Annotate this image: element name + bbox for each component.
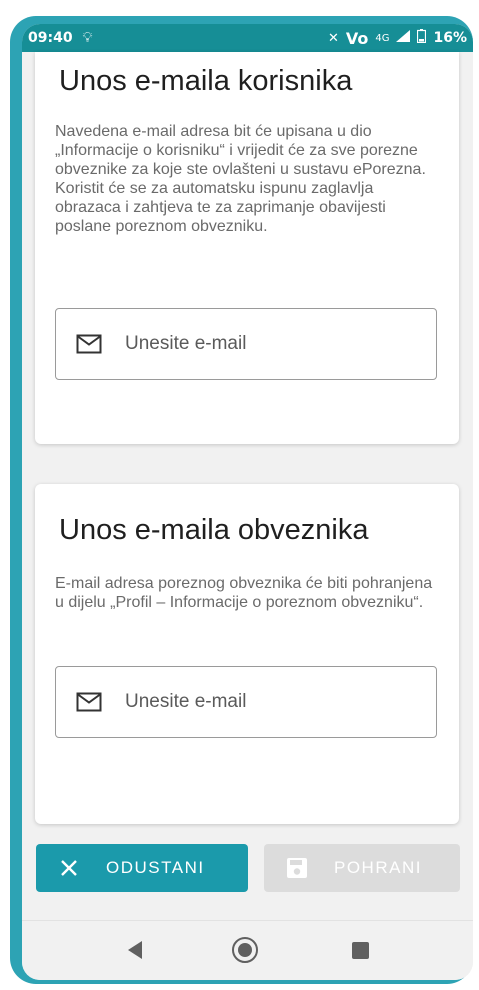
battery-level: 16% [433,30,467,46]
system-nav-bar [22,920,473,980]
taxpayer-email-field[interactable] [55,666,437,738]
user-email-field[interactable] [55,308,437,380]
back-triangle-icon[interactable] [126,940,144,960]
lightbulb-icon: 💡︎ [82,30,93,46]
volte-indicator: Vo [345,28,369,48]
mail-icon [76,334,102,354]
save-icon [287,858,307,878]
taxpayer-email-card: Unos e-maila obveznika E-mail adresa por… [35,484,459,824]
user-email-card: Unos e-maila korisnika Navedena e-mail a… [35,52,459,444]
home-dot [238,943,252,957]
taxpayer-email-description: E-mail adresa poreznog obveznika će biti… [55,575,433,611]
save-button[interactable]: POHRANI [264,844,460,892]
user-email-input[interactable] [123,332,407,356]
main-content: Unos e-maila korisnika Navedena e-mail a… [22,52,473,932]
mute-icon: ✕ [327,30,339,46]
phone-screen: 09:40 💡︎ ✕ Vo 4G 16% Unos e-maila korisn… [22,24,473,980]
status-time: 09:40 [28,30,73,46]
taxpayer-email-title: Unos e-maila obveznika [59,514,369,546]
signal-icon [396,30,411,46]
taxpayer-email-input[interactable] [123,690,407,714]
network-type: 4G [375,32,390,44]
save-button-label: POHRANI [334,858,422,877]
recent-square-icon[interactable] [352,942,369,959]
cancel-button[interactable]: ODUSTANI [36,844,248,892]
status-bar: 09:40 💡︎ ✕ Vo 4G 16% [22,24,473,52]
home-circle-icon[interactable] [232,937,258,963]
status-icons: ✕ Vo 4G 16% [328,29,467,48]
user-email-title: Unos e-maila korisnika [59,65,353,97]
close-icon [61,860,77,876]
mail-icon [76,692,102,712]
battery-icon [417,29,427,47]
cancel-button-label: ODUSTANI [106,858,205,877]
user-email-description: Navedena e-mail adresa bit će upisana u … [55,123,426,235]
